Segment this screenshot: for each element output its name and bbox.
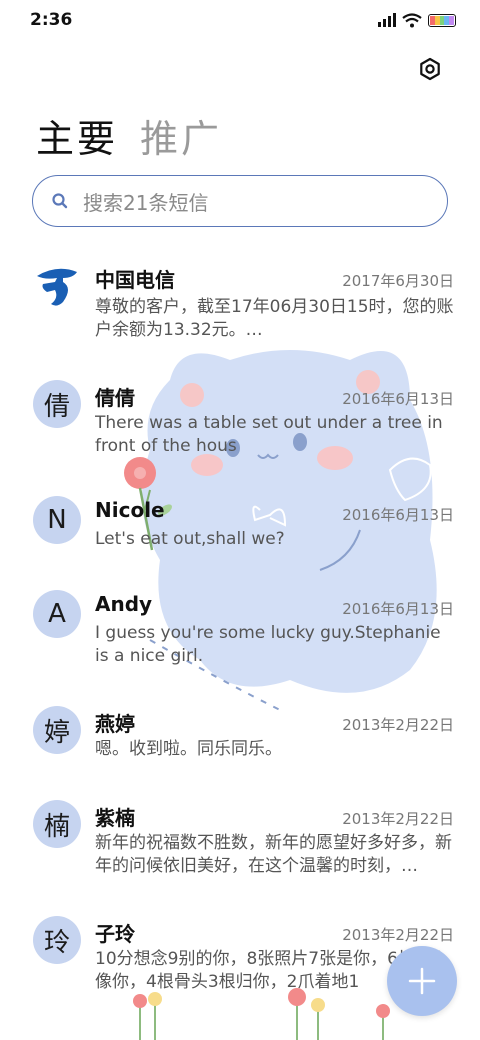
tab-bar: 主要 推广: [36, 108, 222, 163]
avatar: 婷: [33, 706, 81, 754]
message-preview: 嗯。收到啦。同乐同乐。: [95, 739, 282, 759]
search-icon: [52, 193, 68, 209]
contact-name: Nicole: [95, 498, 165, 522]
conversation-item[interactable]: A Andy 2016年6月13日 I guess you're some lu…: [0, 590, 480, 690]
message-preview: There was a table set out under a tree i…: [95, 413, 443, 456]
conversation-item[interactable]: 倩 倩倩 2016年6月13日 There was a table set ou…: [0, 380, 480, 480]
avatar: 玲: [33, 916, 81, 964]
conversation-item[interactable]: 楠 紫楠 2013年2月22日 新年的祝福数不胜数，新年的愿望好多好多，新年的问…: [0, 800, 480, 900]
message-date: 2016年6月13日: [342, 390, 454, 408]
contact-name: 燕婷: [95, 712, 135, 736]
plus-icon: [408, 967, 436, 995]
message-preview: 新年的祝福数不胜数，新年的愿望好多好多，新年的问候依旧美好，在这个温馨的时刻，…: [95, 833, 452, 876]
avatar: A: [33, 590, 81, 638]
search-placeholder: 搜索21条短信: [83, 190, 209, 215]
avatar: 倩: [33, 380, 81, 428]
tab-promotions[interactable]: 推广: [140, 108, 222, 163]
status-icons: [378, 12, 456, 28]
settings-icon: [420, 57, 440, 81]
message-date: 2017年6月30日: [342, 272, 454, 290]
avatar: 楠: [33, 800, 81, 848]
message-preview: 尊敬的客户，截至17年06月30日15时，您的账户余额为13.32元。…: [95, 297, 454, 340]
signal-icon: [378, 13, 396, 27]
contact-name: Andy: [95, 592, 153, 616]
battery-icon: [428, 13, 456, 27]
compose-button[interactable]: [387, 946, 457, 1016]
status-bar: 2:36: [0, 0, 480, 40]
conversation-item[interactable]: 婷 燕婷 2013年2月22日 嗯。收到啦。同乐同乐。: [0, 706, 480, 786]
message-date: 2016年6月13日: [342, 506, 454, 524]
message-date: 2013年2月22日: [342, 716, 454, 734]
conversation-item[interactable]: N Nicole 2016年6月13日 Let's eat out,shall …: [0, 496, 480, 576]
conversation-item[interactable]: 中国电信 2017年6月30日 尊敬的客户，截至17年06月30日15时，您的账…: [0, 262, 480, 362]
message-date: 2013年2月22日: [342, 926, 454, 944]
message-preview: I guess you're some lucky guy.Stephanie …: [95, 623, 441, 666]
status-time: 2:36: [30, 10, 73, 30]
telecom-logo-icon: [33, 262, 81, 310]
contact-name: 中国电信: [95, 268, 175, 292]
search-input[interactable]: 搜索21条短信: [32, 175, 448, 227]
contact-name: 紫楠: [95, 806, 135, 830]
wifi-icon: [402, 12, 422, 27]
message-date: 2016年6月13日: [342, 600, 454, 618]
message-preview: Let's eat out,shall we?: [95, 529, 285, 549]
contact-name: 倩倩: [95, 386, 135, 410]
message-date: 2013年2月22日: [342, 810, 454, 828]
contact-name: 子玲: [95, 922, 135, 946]
avatar: N: [33, 496, 81, 544]
settings-button[interactable]: [416, 55, 444, 83]
tab-primary[interactable]: 主要: [36, 108, 118, 163]
